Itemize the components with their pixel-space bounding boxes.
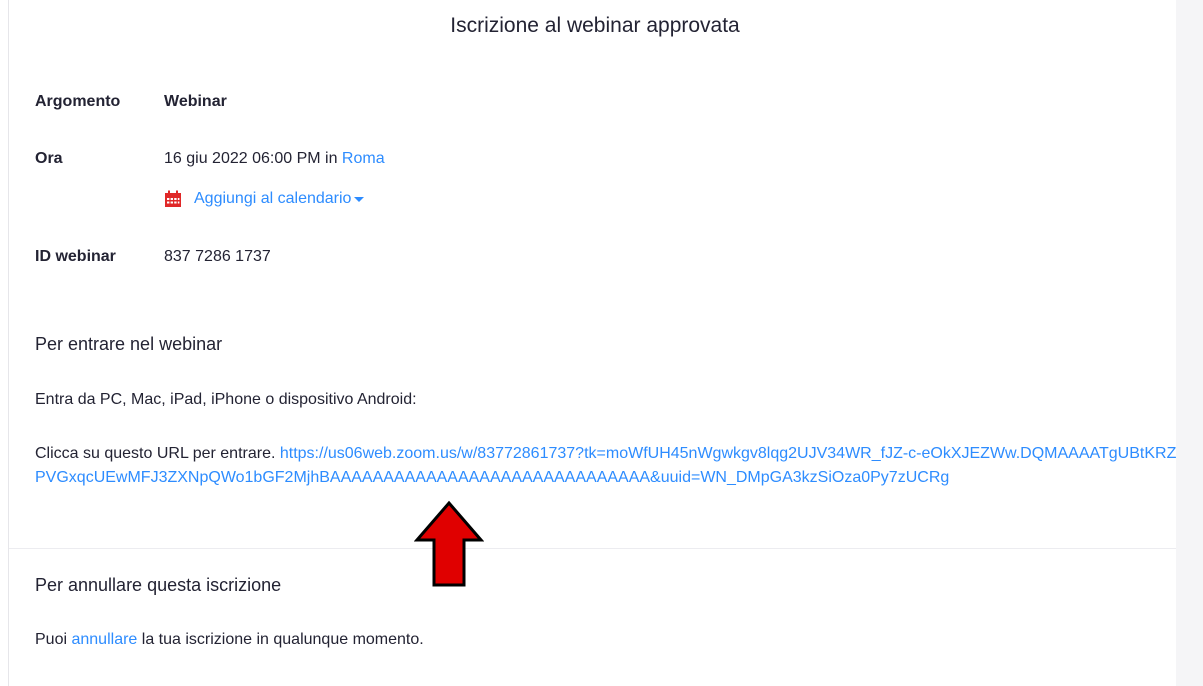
webinar-id-label: ID webinar	[35, 248, 116, 265]
timezone-link[interactable]: Roma	[342, 150, 385, 167]
cancel-text-before: Puoi	[35, 631, 68, 648]
webinar-id-value: 837 7286 1737	[164, 248, 271, 265]
left-border	[8, 0, 9, 686]
add-to-calendar-link[interactable]: Aggiungi al calendario	[194, 190, 351, 208]
join-devices-text: Entra da PC, Mac, iPad, iPhone o disposi…	[35, 391, 417, 408]
time-value: 16 giu 2022 06:00 PM in	[164, 150, 338, 167]
join-url-paragraph: Clicca su questo URL per entrare. https:…	[35, 442, 1180, 490]
red-up-arrow	[414, 500, 484, 587]
cancel-registration-link[interactable]: annullare	[71, 631, 137, 648]
caret-down-icon[interactable]	[354, 196, 365, 202]
time-label: Ora	[35, 150, 63, 167]
time-row: 16 giu 2022 06:00 PM in Roma	[164, 150, 385, 168]
page-title: Iscrizione al webinar approvata	[450, 14, 740, 37]
section-divider	[9, 548, 1176, 549]
join-heading: Per entrare nel webinar	[35, 334, 223, 354]
cancel-text: Puoi annullare la tua iscrizione in qual…	[35, 631, 424, 649]
scrollbar-track[interactable]	[1176, 0, 1203, 686]
topic-value: Webinar	[164, 93, 227, 110]
cancel-heading: Per annullare questa iscrizione	[35, 575, 282, 595]
topic-label: Argomento	[35, 93, 121, 110]
calendar-icon	[165, 190, 181, 207]
add-to-calendar-dropdown[interactable]: Aggiungi al calendario	[164, 190, 365, 208]
join-url-prefix: Clicca su questo URL per entrare.	[35, 445, 276, 462]
webinar-registration-page: Iscrizione al webinar approvata Argoment…	[0, 0, 1203, 686]
cancel-text-after: la tua iscrizione in qualunque momento.	[141, 631, 424, 648]
